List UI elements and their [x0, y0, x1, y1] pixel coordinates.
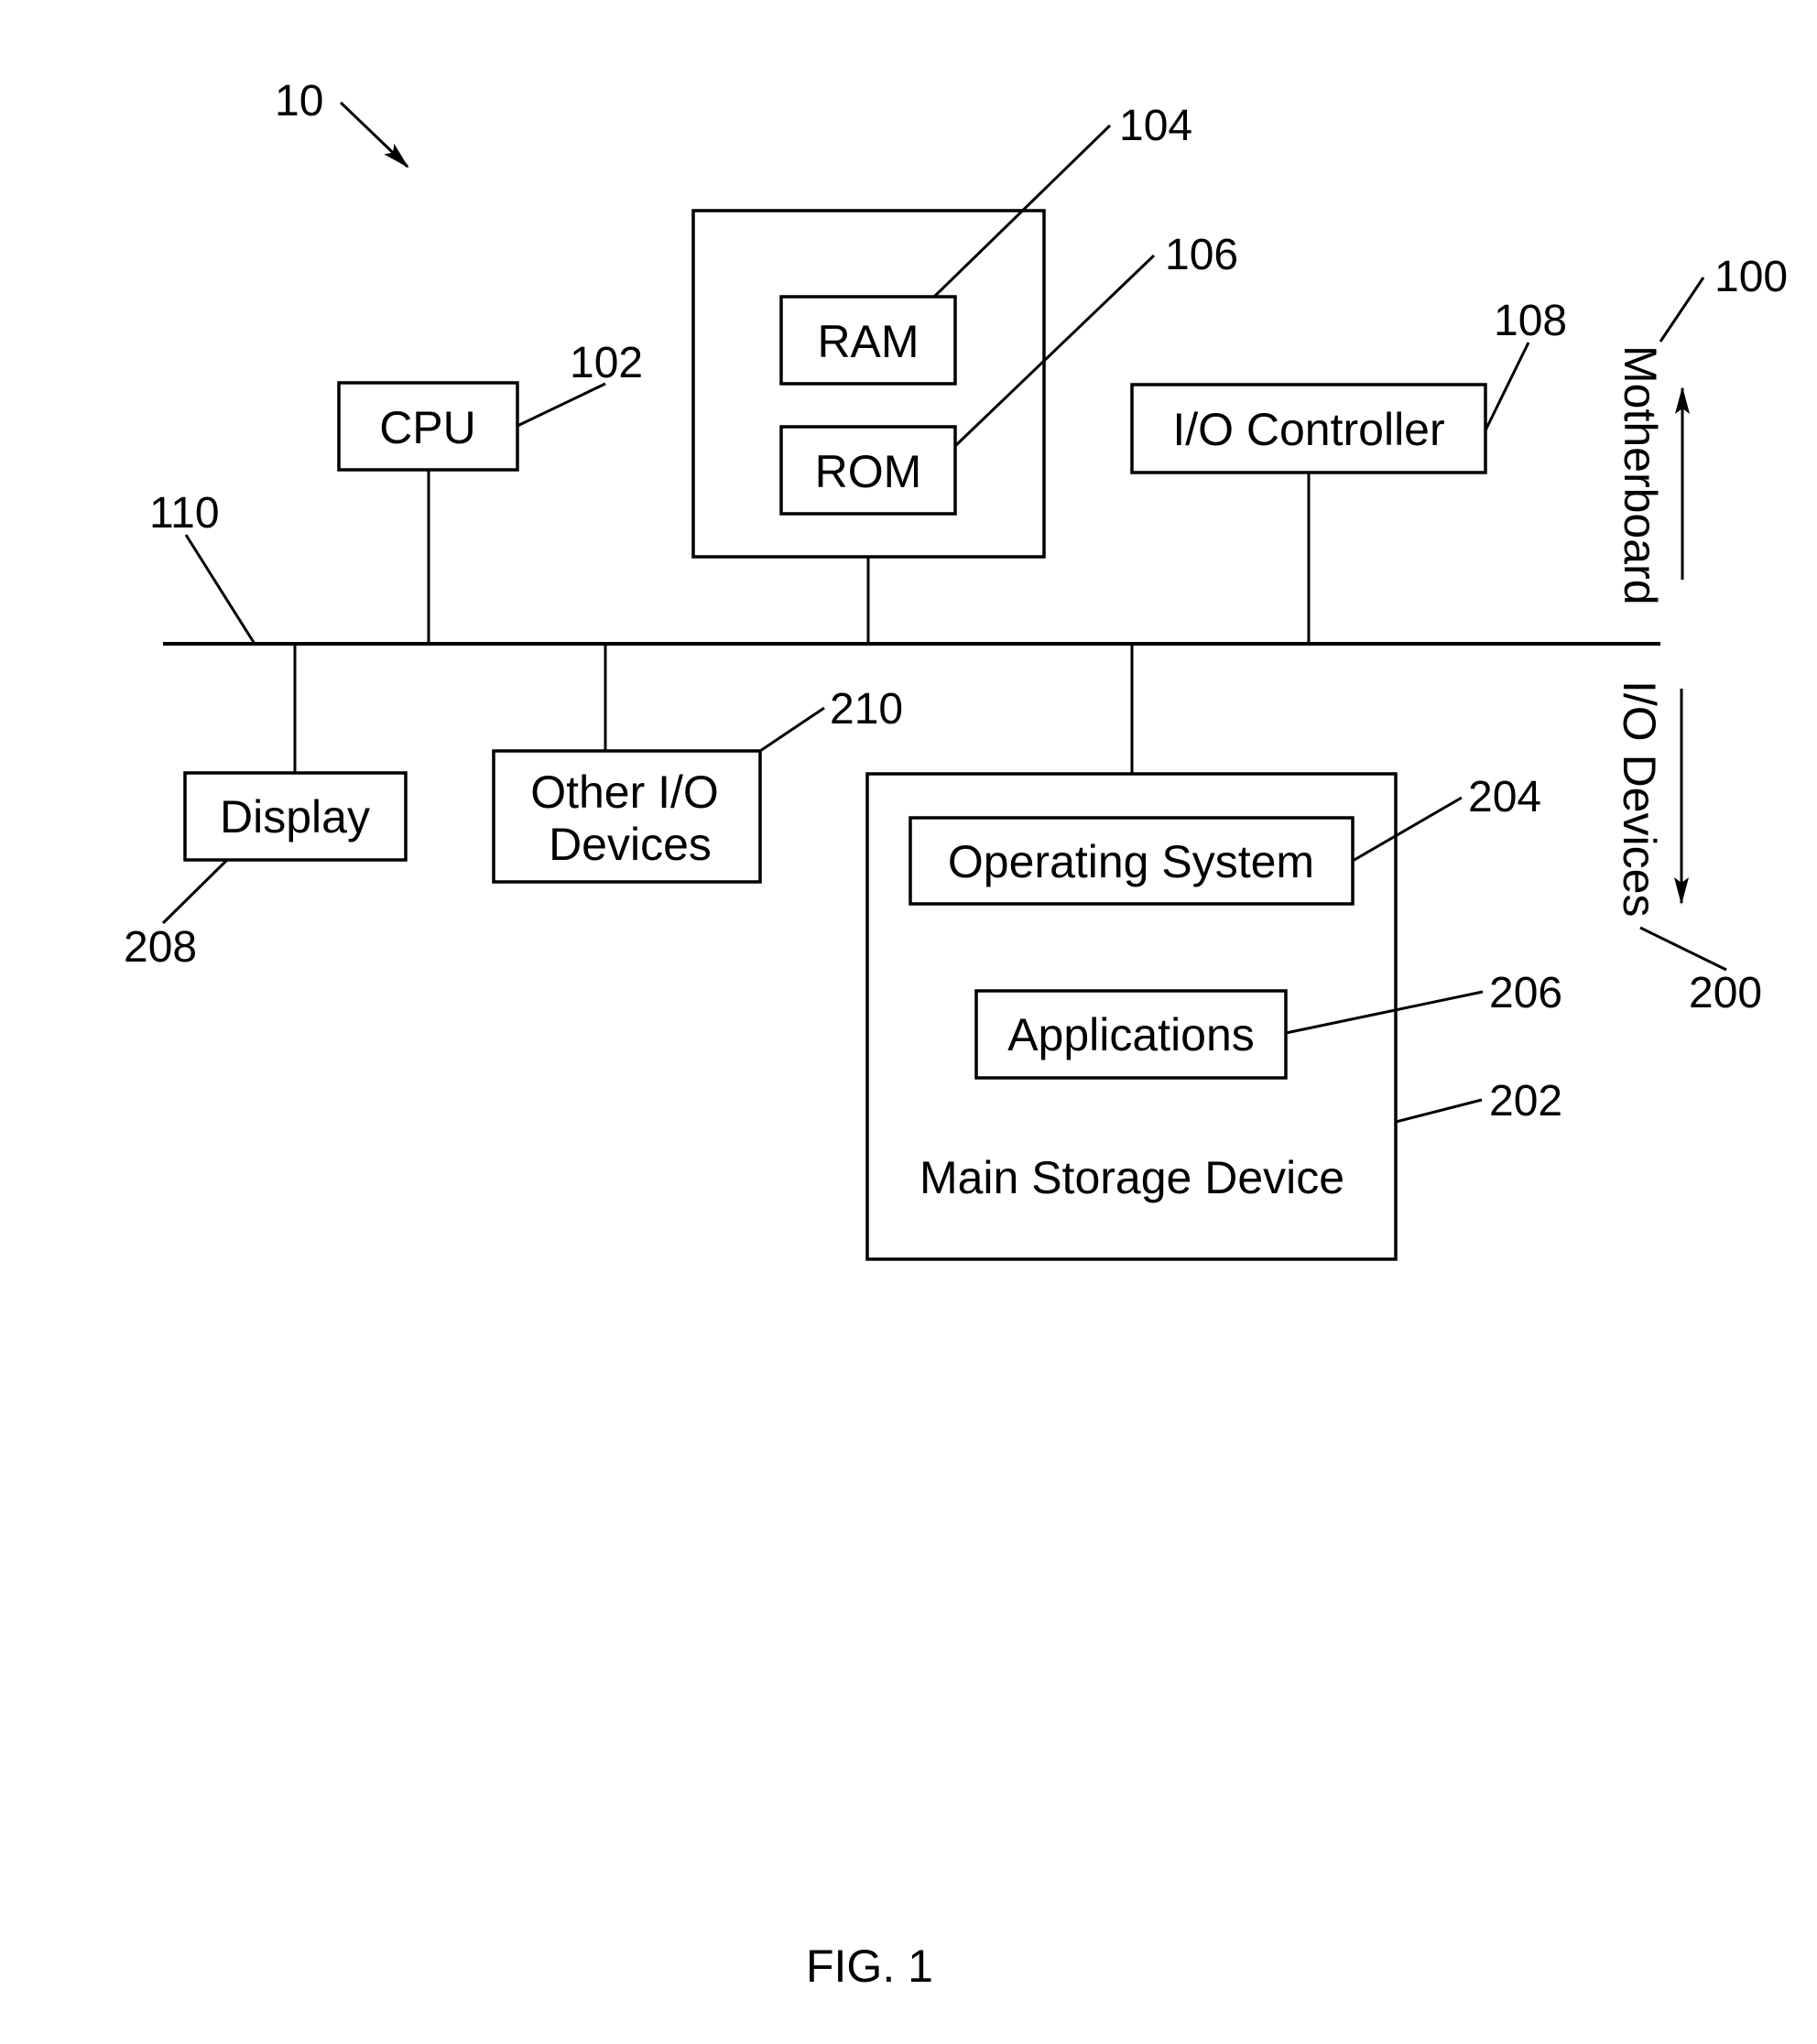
ram-label: RAM	[817, 316, 919, 367]
cpu-label: CPU	[379, 402, 476, 453]
bus-leader-line	[184, 534, 256, 645]
cpu-leader-line	[517, 382, 606, 428]
main-storage-ref-label: 202	[1489, 1077, 1562, 1125]
bus-ref-label: 110	[149, 489, 220, 538]
io-controller-ref-label: 108	[1494, 297, 1567, 345]
system-ref-label: 10	[275, 77, 323, 125]
io-devices-leader-line	[1639, 926, 1727, 972]
display-block[interactable]: Display	[183, 771, 408, 862]
main-storage-leader-line	[1395, 1098, 1483, 1124]
motherboard-leader-line	[1659, 277, 1705, 342]
other-io-leader-line	[759, 706, 825, 753]
display-leader-line	[161, 858, 229, 925]
io-controller-leader-line	[1484, 342, 1530, 431]
ram-block[interactable]: RAM	[779, 295, 957, 386]
figure-caption: FIG. 1	[806, 1941, 933, 1992]
other-io-label-line2: Devices	[549, 819, 712, 870]
rom-label: ROM	[815, 446, 922, 497]
io-devices-region-label: I/O Devices	[1614, 680, 1665, 917]
applications-label: Applications	[1007, 1009, 1255, 1060]
cpu-block[interactable]: CPU	[337, 381, 519, 472]
rom-ref-label: 106	[1165, 231, 1238, 279]
display-ref-label: 208	[124, 923, 197, 972]
computer-system-diagram: 10 110 CPU 102 RAM ROM 104 106 I/O Contr…	[124, 77, 1788, 1992]
ram-ref-label: 104	[1119, 102, 1192, 150]
motherboard-region-label: Motherboard	[1615, 345, 1666, 605]
operating-system-block[interactable]: Operating System	[908, 816, 1355, 906]
cpu-ref-label: 102	[570, 339, 643, 387]
other-io-ref-label: 210	[830, 685, 903, 734]
motherboard-ref-label: 100	[1714, 253, 1788, 301]
io-controller-block[interactable]: I/O Controller	[1130, 383, 1487, 474]
io-controller-label: I/O Controller	[1172, 404, 1444, 455]
rom-block[interactable]: ROM	[779, 425, 957, 516]
operating-system-label: Operating System	[948, 836, 1314, 887]
main-storage-label: Main Storage Device	[919, 1152, 1344, 1203]
other-io-label-line1: Other I/O	[530, 766, 719, 818]
applications-ref-label: 206	[1489, 969, 1562, 1017]
other-io-block[interactable]: Other I/O Devices	[492, 749, 762, 884]
applications-block[interactable]: Applications	[974, 989, 1288, 1080]
operating-system-ref-label: 204	[1468, 773, 1541, 821]
display-label: Display	[220, 791, 370, 843]
io-devices-ref-label: 200	[1689, 969, 1762, 1017]
system-ref-arrow-icon	[339, 101, 409, 169]
